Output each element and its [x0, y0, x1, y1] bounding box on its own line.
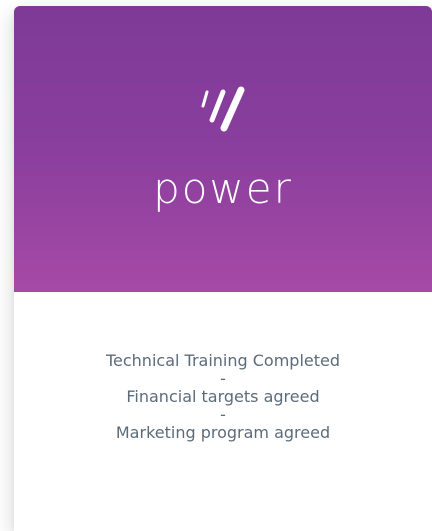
card-hero: power — [14, 6, 432, 292]
detail-separator: - — [220, 405, 226, 424]
card-details: Technical Training Completed - Financial… — [14, 352, 432, 442]
detail-separator: - — [220, 369, 226, 388]
detail-line-financial: Financial targets agreed — [126, 387, 320, 406]
power-card[interactable]: power Technical Training Completed - Fin… — [14, 6, 432, 531]
power-slashes-icon — [201, 86, 245, 132]
detail-line-training: Technical Training Completed — [105, 351, 341, 370]
detail-line-marketing: Marketing program agreed — [115, 423, 331, 442]
brand-name: power — [153, 164, 293, 213]
